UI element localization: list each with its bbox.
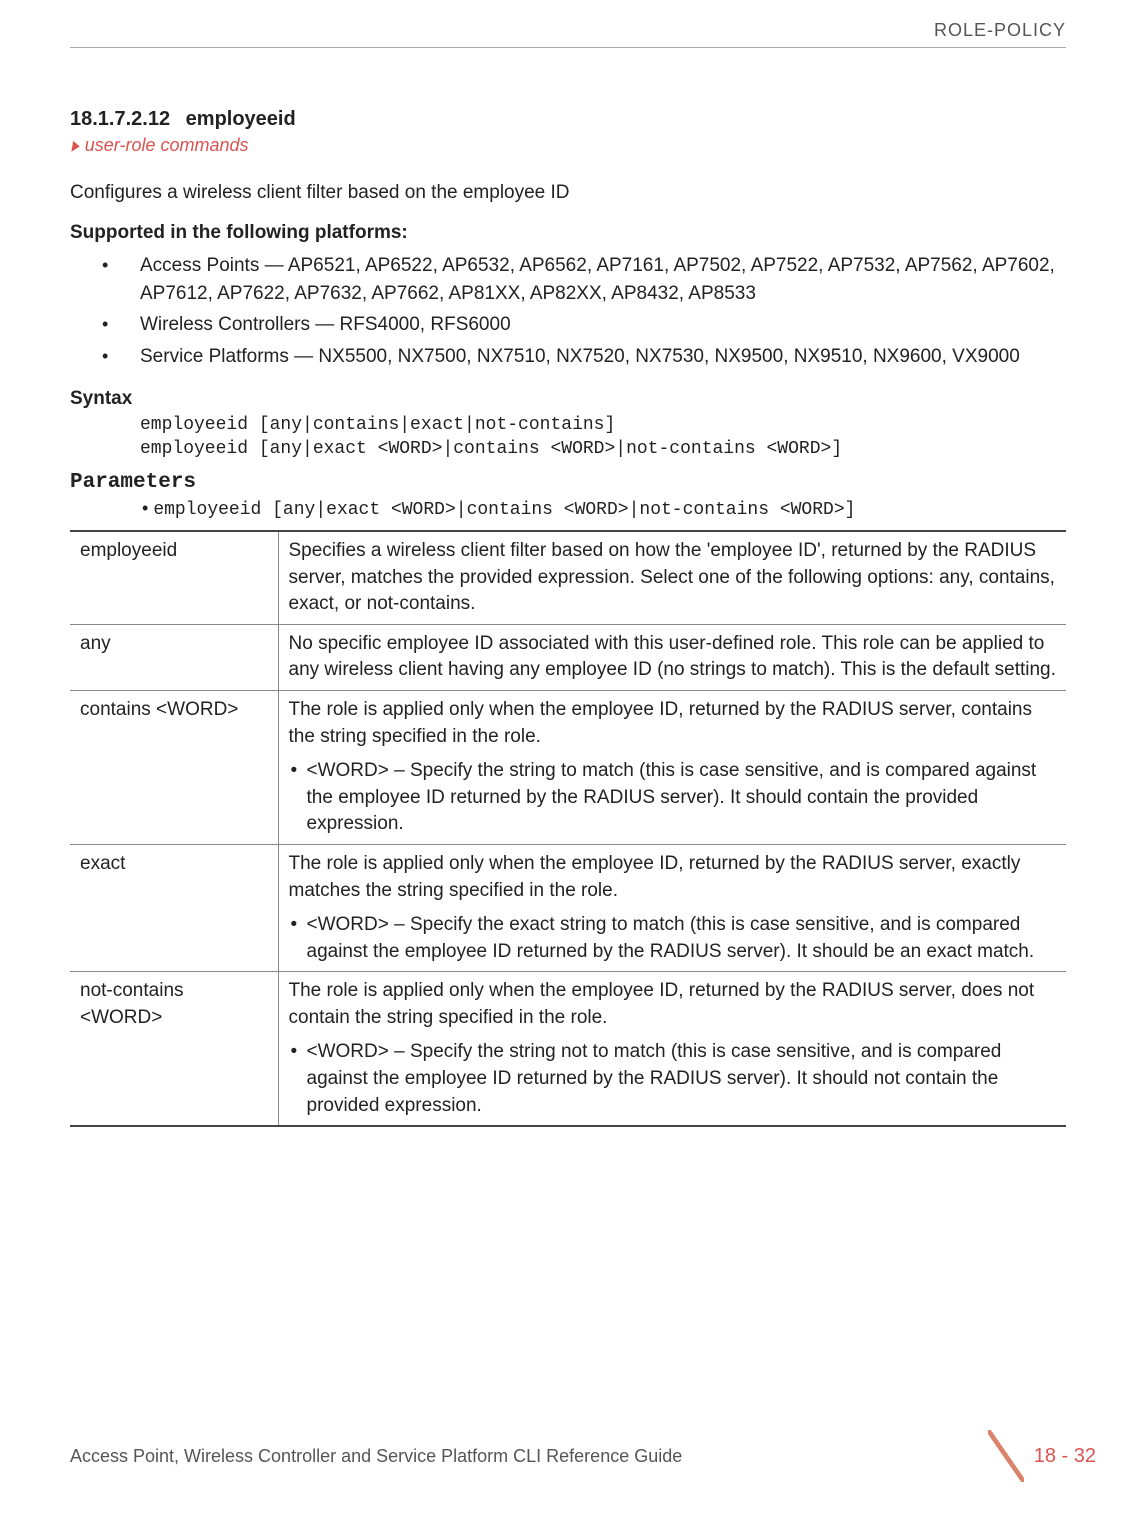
section-heading: 18.1.7.2.12 employeeid: [70, 108, 1066, 131]
table-row: any No specific employee ID associated w…: [70, 624, 1066, 690]
table-row: contains <WORD> The role is applied only…: [70, 690, 1066, 844]
page-footer: Access Point, Wireless Controller and Se…: [70, 1430, 1096, 1482]
slash-icon: [988, 1430, 1024, 1482]
param-sub: <WORD> – Specify the string to match (th…: [289, 758, 1057, 838]
arrow-icon: ▶: [72, 137, 80, 154]
platform-item: Service Platforms — NX5500, NX7500, NX75…: [102, 343, 1066, 371]
parameters-table: employeeid Specifies a wireless client f…: [70, 530, 1066, 1127]
param-name: exact: [70, 844, 278, 971]
param-desc: The role is applied only when the employ…: [278, 972, 1066, 1126]
param-desc: The role is applied only when the employ…: [278, 844, 1066, 971]
section-title: employeeid: [186, 108, 296, 130]
intro-text: Configures a wireless client filter base…: [70, 182, 1066, 204]
platforms-heading: Supported in the following platforms:: [70, 222, 1066, 244]
footer-text: Access Point, Wireless Controller and Se…: [70, 1446, 682, 1467]
section-number: 18.1.7.2.12: [70, 108, 170, 130]
param-desc: Specifies a wireless client filter based…: [278, 531, 1066, 624]
platform-item: Wireless Controllers — RFS4000, RFS6000: [102, 311, 1066, 339]
param-name: contains <WORD>: [70, 690, 278, 844]
param-sub: <WORD> – Specify the exact string to mat…: [289, 912, 1057, 965]
parameters-heading: Parameters: [70, 471, 1066, 494]
table-row: not-contains <WORD> The role is applied …: [70, 972, 1066, 1126]
syntax-heading: Syntax: [70, 388, 1066, 410]
param-sub: <WORD> – Specify the string not to match…: [289, 1039, 1057, 1119]
page-number-box: 18 - 32: [988, 1430, 1096, 1482]
header-category: ROLE-POLICY: [70, 20, 1066, 48]
parameters-bullet: employeeid [any|exact <WORD>|contains <W…: [142, 498, 1066, 520]
param-desc: The role is applied only when the employ…: [278, 690, 1066, 844]
crossref-link[interactable]: ▶ user-role commands: [70, 135, 1066, 156]
table-row: exact The role is applied only when the …: [70, 844, 1066, 971]
platform-list: Access Points — AP6521, AP6522, AP6532, …: [70, 252, 1066, 370]
param-name: not-contains <WORD>: [70, 972, 278, 1126]
table-row: employeeid Specifies a wireless client f…: [70, 531, 1066, 624]
page-number: 18 - 32: [1034, 1445, 1096, 1468]
param-name: any: [70, 624, 278, 690]
platform-item: Access Points — AP6521, AP6522, AP6532, …: [102, 252, 1066, 307]
syntax-code: employeeid [any|contains|exact|not-conta…: [140, 414, 1066, 461]
param-name: employeeid: [70, 531, 278, 624]
param-desc: No specific employee ID associated with …: [278, 624, 1066, 690]
crossref-text: user-role commands: [85, 135, 249, 156]
